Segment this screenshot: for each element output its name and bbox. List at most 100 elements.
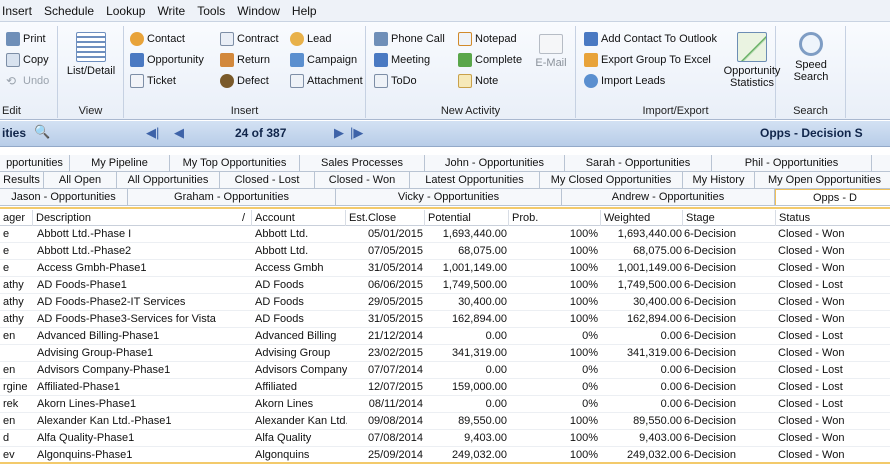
complete-button[interactable]: Complete <box>458 51 522 69</box>
group-tab[interactable]: Closed - Won <box>315 172 410 188</box>
column-header-prob[interactable]: Prob. <box>509 210 601 226</box>
menu-item-write[interactable]: Write <box>151 0 191 22</box>
ribbon-group-label: View <box>78 105 103 117</box>
group-tab[interactable]: Phil - Opportunities <box>712 155 872 171</box>
copy-button[interactable]: Copy <box>6 51 49 69</box>
cell-est-close: 07/07/2014 <box>367 364 423 376</box>
group-tab[interactable]: My Top Opportunities <box>170 155 300 171</box>
email-button[interactable]: E-Mail <box>532 34 570 69</box>
group-tab[interactable]: Andrew - Opportunities <box>562 189 775 205</box>
notepad-button[interactable]: Notepad <box>458 30 517 48</box>
group-tabs-row-2: Results All Open All Opportunities Closed -… <box>0 172 890 189</box>
group-tab[interactable]: Vicky - Opportunities <box>336 189 562 205</box>
menu-item-help[interactable]: Help <box>286 0 323 22</box>
group-tab[interactable]: Results <box>0 172 44 188</box>
phone-call-button[interactable]: Phone Call <box>374 30 445 48</box>
column-header-account[interactable]: Account <box>252 210 346 226</box>
insert-defect-button[interactable]: Defect <box>220 72 269 90</box>
table-row[interactable]: Advising Group-Phase1 Advising Group 23/02… <box>0 345 890 362</box>
insert-contract-button[interactable]: Contract <box>220 30 279 48</box>
speed-search-button[interactable]: Speed Search <box>782 32 840 83</box>
menu-item-lookup[interactable]: Lookup <box>100 0 151 22</box>
menu-item-tools[interactable]: Tools <box>191 0 231 22</box>
cell-manager: en <box>3 330 16 342</box>
cell-weighted: 89,550.00 <box>633 415 682 427</box>
import-leads-button[interactable]: Import Leads <box>584 72 665 90</box>
table-row[interactable]: rgine Affiliated-Phase1 Affiliated 12/07/20… <box>0 379 890 396</box>
opportunity-statistics-button[interactable]: Opportunity Statistics <box>722 32 782 89</box>
group-tab[interactable]: My History <box>683 172 755 188</box>
group-tab[interactable]: Jason - Opportunities <box>0 189 128 205</box>
table-row[interactable]: e Abbott Ltd.-Phase2 Abbott Ltd. 07/05/2015… <box>0 243 890 260</box>
cell-description: Access Gmbh-Phase1 <box>37 262 147 274</box>
cell-weighted: 9,403.00 <box>639 432 682 444</box>
column-header-status[interactable]: Status <box>776 210 890 226</box>
column-header-est-close[interactable]: Est.Close <box>346 210 425 226</box>
cell-est-close: 31/05/2014 <box>367 262 423 274</box>
group-tab[interactable]: pportunities <box>0 155 70 171</box>
ribbon-group-view: List/Detail View <box>58 26 124 118</box>
table-row[interactable]: en Advisors Company-Phase1 Advisors Compan… <box>0 362 890 379</box>
table-row[interactable]: en Advanced Billing-Phase1 Advanced Billin… <box>0 328 890 345</box>
column-header-potential[interactable]: Potential <box>425 210 509 226</box>
column-header-stage[interactable]: Stage <box>683 210 776 226</box>
menu-item-schedule[interactable]: Schedule <box>38 0 100 22</box>
menu-item-window[interactable]: Window <box>231 0 286 22</box>
cell-potential: 1,693,440.00 <box>442 228 507 240</box>
cell-weighted: 30,400.00 <box>633 296 682 308</box>
menu-item-insert[interactable]: Insert <box>0 0 38 22</box>
first-record-icon[interactable]: ◀| <box>146 125 159 141</box>
undo-icon: ⟲ <box>6 74 17 88</box>
table-row[interactable]: athy AD Foods-Phase1 AD Foods 06/06/2015 1,7… <box>0 277 890 294</box>
table-row[interactable]: athy AD Foods-Phase3-Services for Vista AD… <box>0 311 890 328</box>
table-row[interactable]: e Abbott Ltd.-Phase I Abbott Ltd. 05/01/201… <box>0 226 890 243</box>
table-row[interactable]: d Alfa Quality-Phase1 Alfa Quality 07/08/20… <box>0 430 890 447</box>
insert-opportunity-button[interactable]: Opportunity <box>130 51 204 69</box>
view-title: ities <box>2 126 27 140</box>
cell-account: Alfa Quality <box>255 432 312 444</box>
table-row[interactable]: athy AD Foods-Phase2-IT Services AD Foods 2… <box>0 294 890 311</box>
group-tabs-row-1: pportunities My Pipeline My Top Opportunit… <box>0 155 890 172</box>
print-button[interactable]: Print <box>6 30 46 48</box>
search-icon[interactable]: 🔍 <box>34 124 50 140</box>
group-tab[interactable]: My Closed Opportunities <box>540 172 683 188</box>
previous-record-icon[interactable]: ◀ <box>174 125 184 141</box>
table-row[interactable]: e Access Gmbh-Phase1 Access Gmbh 31/05/2014… <box>0 260 890 277</box>
meeting-button[interactable]: Meeting <box>374 51 430 69</box>
group-tab[interactable]: Closed - Lost <box>220 172 315 188</box>
cell-manager: en <box>3 415 16 427</box>
note-button[interactable]: Note <box>458 72 498 90</box>
group-tab[interactable]: All Opportunities <box>117 172 220 188</box>
group-tab[interactable]: Latest Opportunities <box>410 172 540 188</box>
todo-button[interactable]: ToDo <box>374 72 417 90</box>
group-tab[interactable]: Opps - D <box>775 189 890 205</box>
group-tab[interactable]: My Pipeline <box>70 155 170 171</box>
column-header-weighted[interactable]: Weighted <box>601 210 683 226</box>
insert-ticket-button[interactable]: Ticket <box>130 72 176 90</box>
table-row[interactable]: rek Akorn Lines-Phase1 Akorn Lines 08/11/20… <box>0 396 890 413</box>
export-group-to-excel-button[interactable]: Export Group To Excel <box>584 51 711 69</box>
insert-return-button[interactable]: Return <box>220 51 270 69</box>
group-tab[interactable]: Sales Processes <box>300 155 425 171</box>
group-tab[interactable]: John - Opportunities <box>425 155 565 171</box>
group-tab[interactable]: My Open Opportunities <box>755 172 890 188</box>
group-tab[interactable]: Sarah - Opportunities <box>565 155 712 171</box>
next-record-icon[interactable]: ▶ <box>334 125 344 141</box>
column-header-manager[interactable]: ager <box>0 210 33 226</box>
sort-indicator-icon: / <box>241 212 245 224</box>
insert-campaign-button[interactable]: Campaign <box>290 51 357 69</box>
group-tab[interactable]: Graham - Opportunities <box>128 189 336 205</box>
last-record-icon[interactable]: |▶ <box>350 125 363 141</box>
insert-contact-button[interactable]: Contact <box>130 30 185 48</box>
group-tab[interactable]: All Open <box>44 172 117 188</box>
column-header-description[interactable]: Description / <box>33 210 252 226</box>
table-row[interactable]: en Alexander Kan Ltd.-Phase1 Alexander Kan… <box>0 413 890 430</box>
list-detail-button[interactable]: List/Detail <box>64 32 118 77</box>
defect-icon <box>220 74 234 88</box>
undo-button[interactable]: ⟲ Undo <box>6 72 49 90</box>
add-contact-to-outlook-button[interactable]: Add Contact To Outlook <box>584 30 717 48</box>
table-row[interactable]: ev Algonquins-Phase1 Algonquins 25/09/2014 2… <box>0 447 890 464</box>
insert-attachment-button[interactable]: Attachment <box>290 72 363 90</box>
cell-prob: 0% <box>582 364 598 376</box>
insert-lead-button[interactable]: Lead <box>290 30 331 48</box>
